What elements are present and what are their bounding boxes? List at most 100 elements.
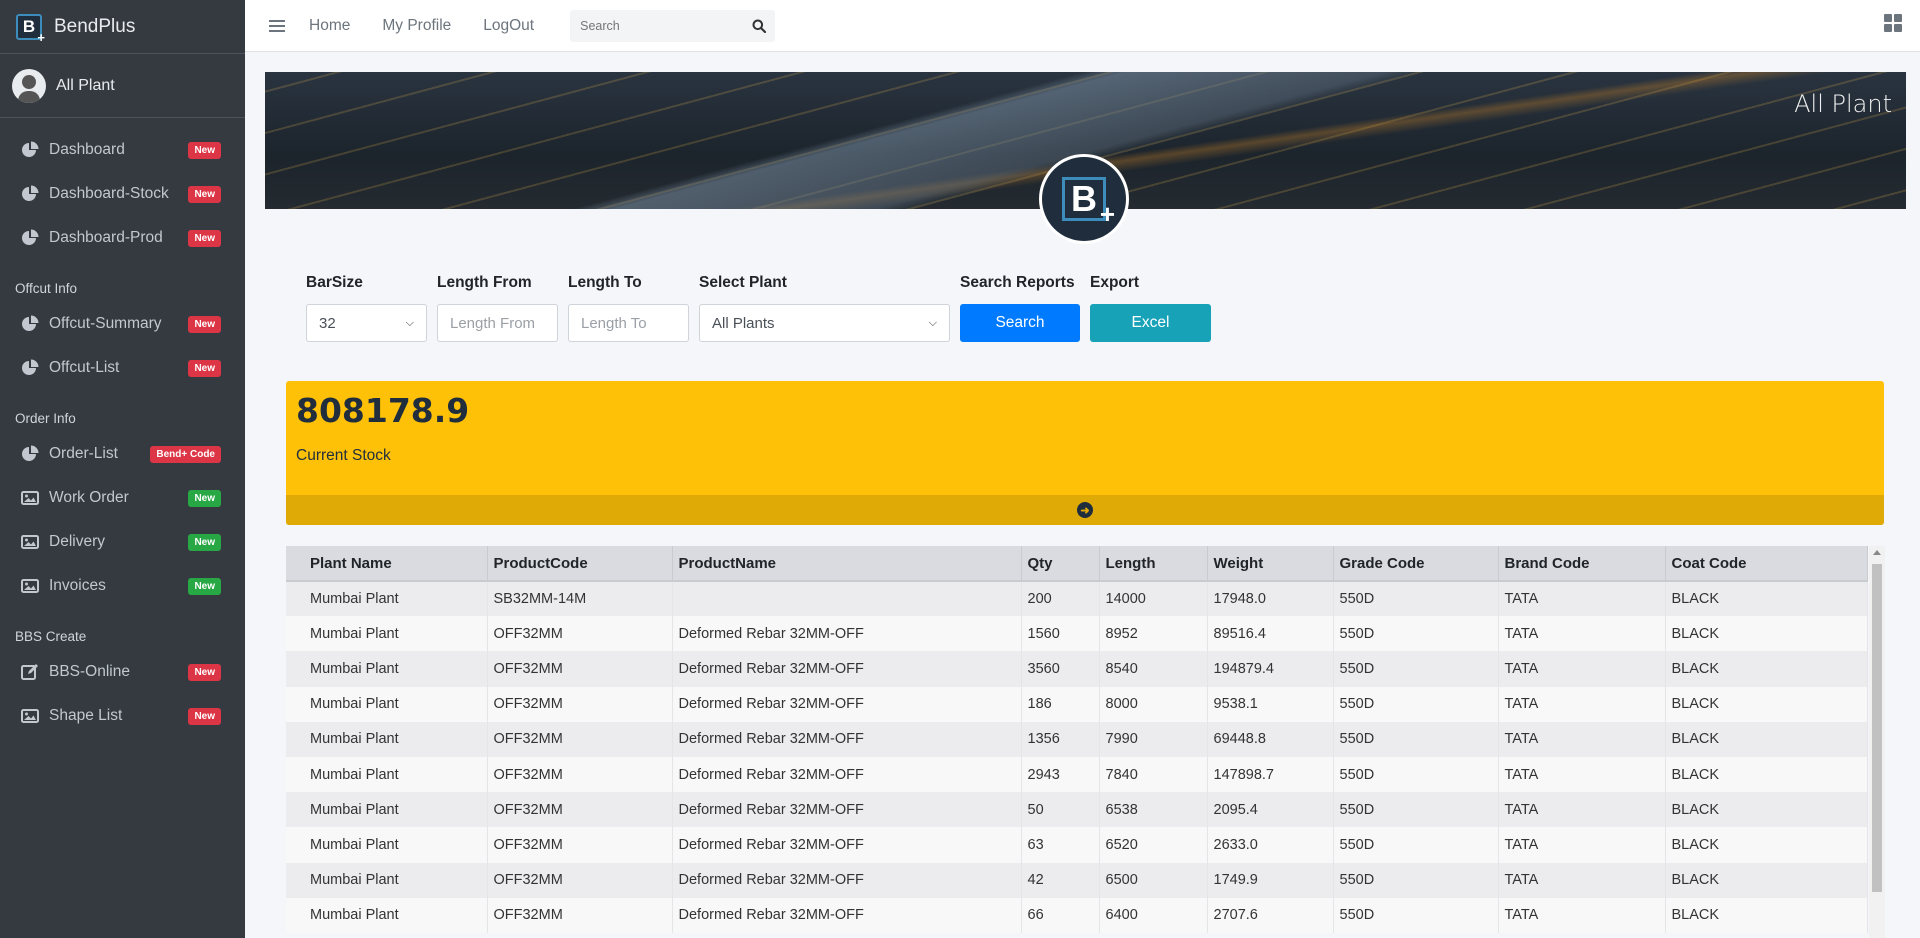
cell-weight: 9538.1 (1207, 686, 1334, 722)
cell-plant-name: Mumbai Plant (286, 897, 488, 933)
barsize-value: 32 (319, 314, 336, 332)
sidebar-item-label: Dashboard-Stock (49, 185, 169, 202)
cell-qty: 200 (1021, 581, 1100, 617)
sidebar-item-dashboard-stock[interactable]: Dashboard-Stock New (0, 172, 245, 216)
stock-table-container: Plant Name ProductCode ProductName Qty Lengt… (286, 546, 1868, 938)
sidebar-item-bbs-online[interactable]: BBS-Online New (0, 650, 245, 694)
cell-productcode: OFF32MM (487, 616, 673, 652)
status-badge: New (188, 663, 221, 681)
table-row[interactable]: Mumbai Plant OFF32MM Deformed Rebar 32MM-O… (286, 616, 1868, 652)
plant-select[interactable]: All Plants ⌵ (699, 304, 950, 342)
cell-weight: 89516.4 (1207, 616, 1334, 652)
sidebar: B + BendPlus All Plant Dashboard New Dashbo… (0, 0, 245, 938)
bendplus-logo-icon: B + (1039, 154, 1129, 244)
excel-button[interactable]: Excel (1090, 304, 1211, 342)
table-row[interactable]: Mumbai Plant OFF32MM Deformed Rebar 32MM-O… (286, 686, 1868, 722)
search-button[interactable]: Search (960, 304, 1080, 342)
cell-length: 8952 (1099, 616, 1208, 652)
sidebar-item-order-list[interactable]: Order-List Bend+ Code (0, 432, 245, 476)
table-row[interactable]: Mumbai Plant OFF32MM Deformed Rebar 32MM-O… (286, 721, 1868, 757)
apps-grid-icon[interactable] (1884, 14, 1902, 32)
cell-coat-code: BLACK (1665, 721, 1868, 757)
length-from-group: Length From Length From (437, 274, 558, 342)
column-header-weight[interactable]: Weight (1207, 546, 1334, 582)
cell-qty: 50 (1021, 792, 1100, 828)
nav-header-order-info: Order Info (15, 411, 76, 426)
length-to-input[interactable]: Length To (568, 304, 689, 342)
table-row[interactable]: Mumbai Plant OFF32MM Deformed Rebar 32MM-O… (286, 827, 1868, 863)
cell-length: 7840 (1099, 756, 1208, 793)
cell-grade-code: 550D (1333, 862, 1499, 898)
column-header-qty[interactable]: Qty (1021, 546, 1100, 582)
table-row[interactable]: Mumbai Plant OFF32MM Deformed Rebar 32MM-O… (286, 792, 1868, 828)
cell-weight: 69448.8 (1207, 721, 1334, 757)
cell-coat-code: BLACK (1665, 651, 1868, 687)
report-filters: BarSize 32 ⌵ Length From Length From Len… (306, 274, 1221, 342)
table-row[interactable]: Mumbai Plant OFF32MM Deformed Rebar 32MM-O… (286, 756, 1868, 793)
length-to-group: Length To Length To (568, 274, 689, 342)
nav-link-home[interactable]: Home (309, 17, 350, 35)
sidebar-item-dashboard-prod[interactable]: Dashboard-Prod New (0, 216, 245, 260)
brand-logo-icon: B + (16, 13, 45, 45)
column-header-length[interactable]: Length (1099, 546, 1208, 582)
scroll-up-icon[interactable] (1873, 550, 1881, 555)
pie-chart-icon (20, 445, 39, 464)
more-info-link[interactable]: ➜ (286, 495, 1884, 525)
status-badge: New (188, 533, 221, 551)
export-label: Export (1090, 274, 1140, 291)
cell-qty: 66 (1021, 897, 1100, 933)
stock-table: Plant Name ProductCode ProductName Qty Lengt… (286, 546, 1868, 933)
cell-grade-code: 550D (1333, 651, 1499, 687)
cell-length: 8540 (1099, 651, 1208, 687)
table-row[interactable]: Mumbai Plant OFF32MM Deformed Rebar 32MM-O… (286, 862, 1868, 898)
table-row[interactable]: Mumbai Plant SB32MM-14M 200 14000 17948.0 550… (286, 581, 1868, 617)
cell-coat-code: BLACK (1665, 827, 1868, 863)
chevron-down-icon: ⌵ (928, 316, 937, 329)
column-header-plant-name[interactable]: Plant Name (286, 546, 488, 582)
column-header-productname[interactable]: ProductName (672, 546, 1022, 582)
column-header-brand-code[interactable]: Brand Code (1498, 546, 1666, 582)
table-row[interactable]: Mumbai Plant OFF32MM Deformed Rebar 32MM-O… (286, 897, 1868, 933)
sidebar-item-offcut-summary[interactable]: Offcut-Summary New (0, 302, 245, 346)
cell-productcode: OFF32MM (487, 686, 673, 722)
search-input[interactable] (580, 18, 744, 33)
cell-brand-code: TATA (1498, 686, 1666, 722)
cell-productcode: SB32MM-14M (487, 581, 673, 617)
status-badge: New (188, 185, 221, 203)
scrollbar-thumb[interactable] (1872, 564, 1882, 892)
sidebar-item-offcut-list[interactable]: Offcut-List New (0, 346, 245, 390)
table-scrollbar[interactable] (1869, 546, 1885, 938)
plant-value: All Plants (712, 314, 775, 332)
sidebar-item-delivery[interactable]: Delivery New (0, 520, 245, 564)
sidebar-item-dashboard[interactable]: Dashboard New (0, 128, 245, 172)
barsize-select[interactable]: 32 ⌵ (306, 304, 427, 342)
barsize-group: BarSize 32 ⌵ (306, 274, 427, 342)
sidebar-item-work-order[interactable]: Work Order New (0, 476, 245, 520)
sidebar-nav: Dashboard New Dashboard-Stock New Dashboard-… (0, 118, 245, 738)
edit-icon (20, 663, 39, 682)
pie-chart-icon (20, 359, 39, 378)
nav-link-my-profile[interactable]: My Profile (382, 17, 451, 35)
cell-brand-code: TATA (1498, 897, 1666, 933)
length-from-input[interactable]: Length From (437, 304, 558, 342)
column-header-grade-code[interactable]: Grade Code (1333, 546, 1499, 582)
brand-name: BendPlus (54, 15, 136, 37)
sidebar-item-shape-list[interactable]: Shape List New (0, 694, 245, 738)
nav-link-logout[interactable]: LogOut (483, 17, 534, 35)
table-row[interactable]: Mumbai Plant OFF32MM Deformed Rebar 32MM-O… (286, 651, 1868, 687)
cell-weight: 2095.4 (1207, 792, 1334, 828)
cell-plant-name: Mumbai Plant (286, 827, 488, 863)
cell-coat-code: BLACK (1665, 581, 1868, 617)
user-panel[interactable]: All Plant (0, 54, 245, 118)
sidebar-item-invoices[interactable]: Invoices New (0, 564, 245, 608)
search-icon[interactable] (743, 10, 775, 42)
cell-qty: 2943 (1021, 756, 1100, 793)
status-badge: New (188, 141, 221, 159)
avatar (12, 68, 46, 103)
sidebar-item-label: Offcut-List (49, 359, 120, 376)
arrow-circle-right-icon: ➜ (1077, 502, 1093, 518)
column-header-coat-code[interactable]: Coat Code (1665, 546, 1868, 582)
menu-toggle-icon[interactable] (269, 17, 285, 35)
brand-link[interactable]: B + BendPlus (0, 0, 245, 54)
column-header-productcode[interactable]: ProductCode (487, 546, 673, 582)
